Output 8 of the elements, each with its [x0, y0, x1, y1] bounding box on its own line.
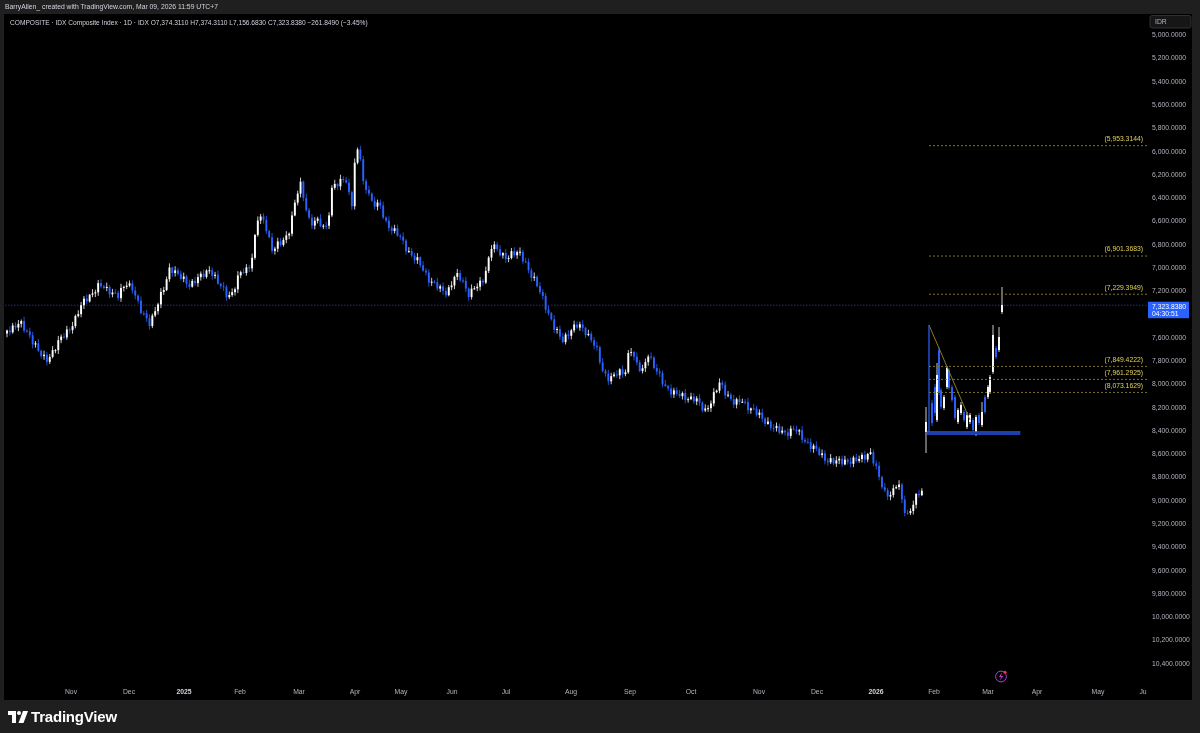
trend-line[interactable] [928, 324, 971, 421]
lightning-icon[interactable] [995, 670, 1007, 683]
brand-name: TradingView [31, 709, 117, 724]
logo-icon [8, 710, 28, 723]
price-level-line[interactable] [928, 365, 1149, 367]
price-level-line[interactable] [928, 145, 1149, 147]
price-level-line[interactable] [928, 378, 1149, 380]
price-level-line[interactable] [928, 391, 1149, 393]
